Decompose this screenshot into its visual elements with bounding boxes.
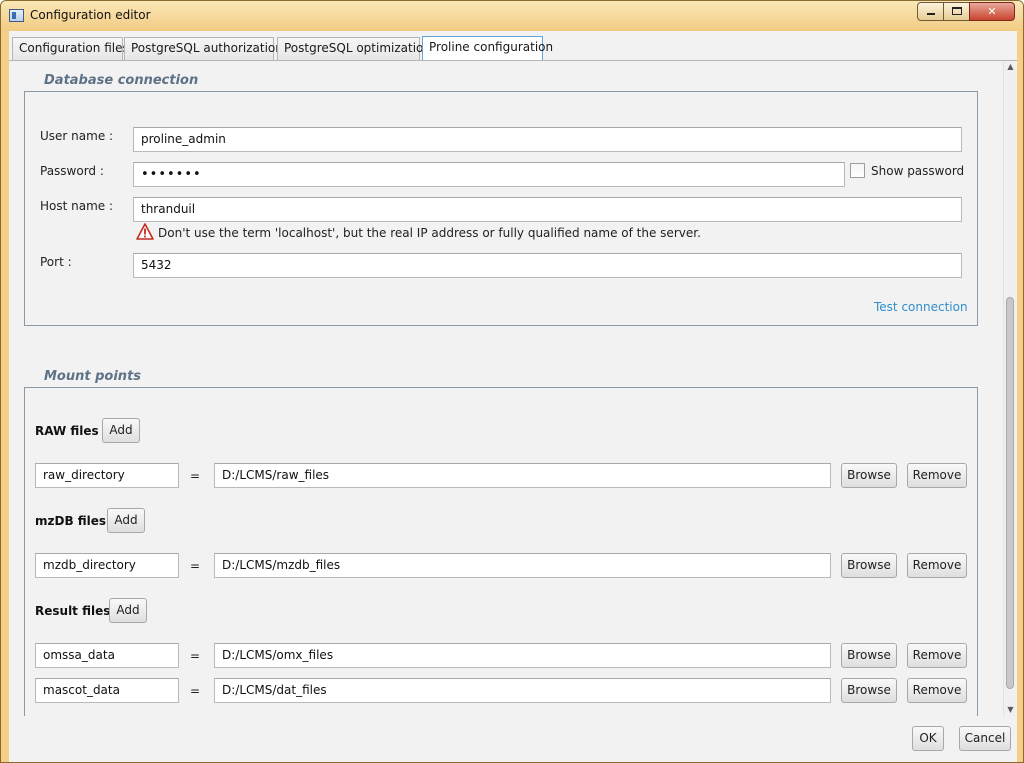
cancel-button[interactable]: Cancel	[959, 726, 1011, 751]
minimize-button[interactable]	[917, 2, 944, 21]
remove-button[interactable]: Remove	[907, 553, 967, 578]
close-icon: ✕	[987, 5, 997, 18]
scrollbar-thumb[interactable]	[1006, 297, 1014, 689]
tab-postgresql-authorizations[interactable]: PostgreSQL authorizations	[124, 37, 289, 60]
browse-button[interactable]: Browse	[841, 643, 897, 668]
mount-name-input[interactable]: raw_directory	[35, 463, 179, 488]
configuration-editor-window: Configuration editor ✕ Configuration fil…	[0, 0, 1024, 763]
mount-path-input[interactable]: D:/LCMS/raw_files	[214, 463, 831, 488]
remove-button[interactable]: Remove	[907, 678, 967, 703]
dialog-body: Configuration files PostgreSQL authoriza…	[9, 31, 1017, 762]
port-label: Port :	[40, 255, 72, 269]
maximize-icon	[951, 7, 962, 15]
remove-button[interactable]: Remove	[907, 463, 967, 488]
mount-points-legend: Mount points	[43, 369, 143, 384]
mount-name-input[interactable]: mzdb_directory	[35, 553, 179, 578]
add-raw-button[interactable]: Add	[102, 418, 140, 443]
result-files-label: Result files :	[35, 604, 120, 618]
warning-icon	[136, 223, 154, 240]
equals-sign: =	[190, 469, 201, 483]
add-result-button[interactable]: Add	[109, 598, 147, 623]
scroll-down-icon[interactable]: ▼	[1004, 704, 1017, 716]
equals-sign: =	[190, 559, 201, 573]
equals-sign: =	[190, 684, 201, 698]
mount-name-input[interactable]: mascot_data	[35, 678, 179, 703]
app-icon	[9, 9, 24, 22]
port-input[interactable]: 5432	[133, 253, 962, 278]
mount-path-input[interactable]: D:/LCMS/mzdb_files	[214, 553, 831, 578]
mount-path-input[interactable]: D:/LCMS/omx_files	[214, 643, 831, 668]
password-label: Password :	[40, 164, 104, 178]
remove-button[interactable]: Remove	[907, 643, 967, 668]
minimize-icon	[926, 13, 935, 15]
password-input[interactable]: •••••••	[133, 162, 845, 187]
equals-sign: =	[190, 649, 201, 663]
mount-path-input[interactable]: D:/LCMS/dat_files	[214, 678, 831, 703]
raw-files-label: RAW files :	[35, 424, 108, 438]
test-connection-link[interactable]: Test connection	[874, 300, 968, 314]
show-password-checkbox[interactable]	[850, 163, 865, 178]
mount-name-input[interactable]: omssa_data	[35, 643, 179, 668]
ok-button[interactable]: OK	[912, 726, 944, 751]
add-mzdb-button[interactable]: Add	[107, 508, 145, 533]
scroll-up-icon[interactable]: ▲	[1004, 61, 1017, 73]
host-name-input[interactable]: thranduil	[133, 197, 962, 222]
browse-button[interactable]: Browse	[841, 678, 897, 703]
maximize-button[interactable]	[943, 2, 970, 21]
vertical-scrollbar[interactable]: ▲ ▼	[1003, 61, 1016, 716]
tab-bar: Configuration files PostgreSQL authoriza…	[9, 31, 1017, 61]
browse-button[interactable]: Browse	[841, 553, 897, 578]
host-name-label: Host name :	[40, 199, 114, 213]
database-connection-legend: Database connection	[43, 73, 200, 88]
show-password-label[interactable]: Show password	[871, 164, 964, 178]
browse-button[interactable]: Browse	[841, 463, 897, 488]
proline-configuration-panel: Database connection User name : proline_…	[9, 61, 1017, 716]
tab-proline-configuration[interactable]: Proline configuration	[422, 36, 553, 60]
user-name-label: User name :	[40, 129, 114, 143]
user-name-input[interactable]: proline_admin	[133, 127, 962, 152]
window-title: Configuration editor	[30, 8, 151, 22]
mzdb-files-label: mzDB files :	[35, 514, 116, 528]
close-window-button[interactable]: ✕	[969, 2, 1015, 21]
host-warning-text: Don't use the term 'localhost', but the …	[158, 226, 701, 240]
tab-postgresql-optimization[interactable]: PostgreSQL optimization	[277, 37, 431, 60]
title-bar[interactable]: Configuration editor ✕	[1, 1, 1023, 31]
tab-configuration-files[interactable]: Configuration files	[12, 37, 129, 60]
